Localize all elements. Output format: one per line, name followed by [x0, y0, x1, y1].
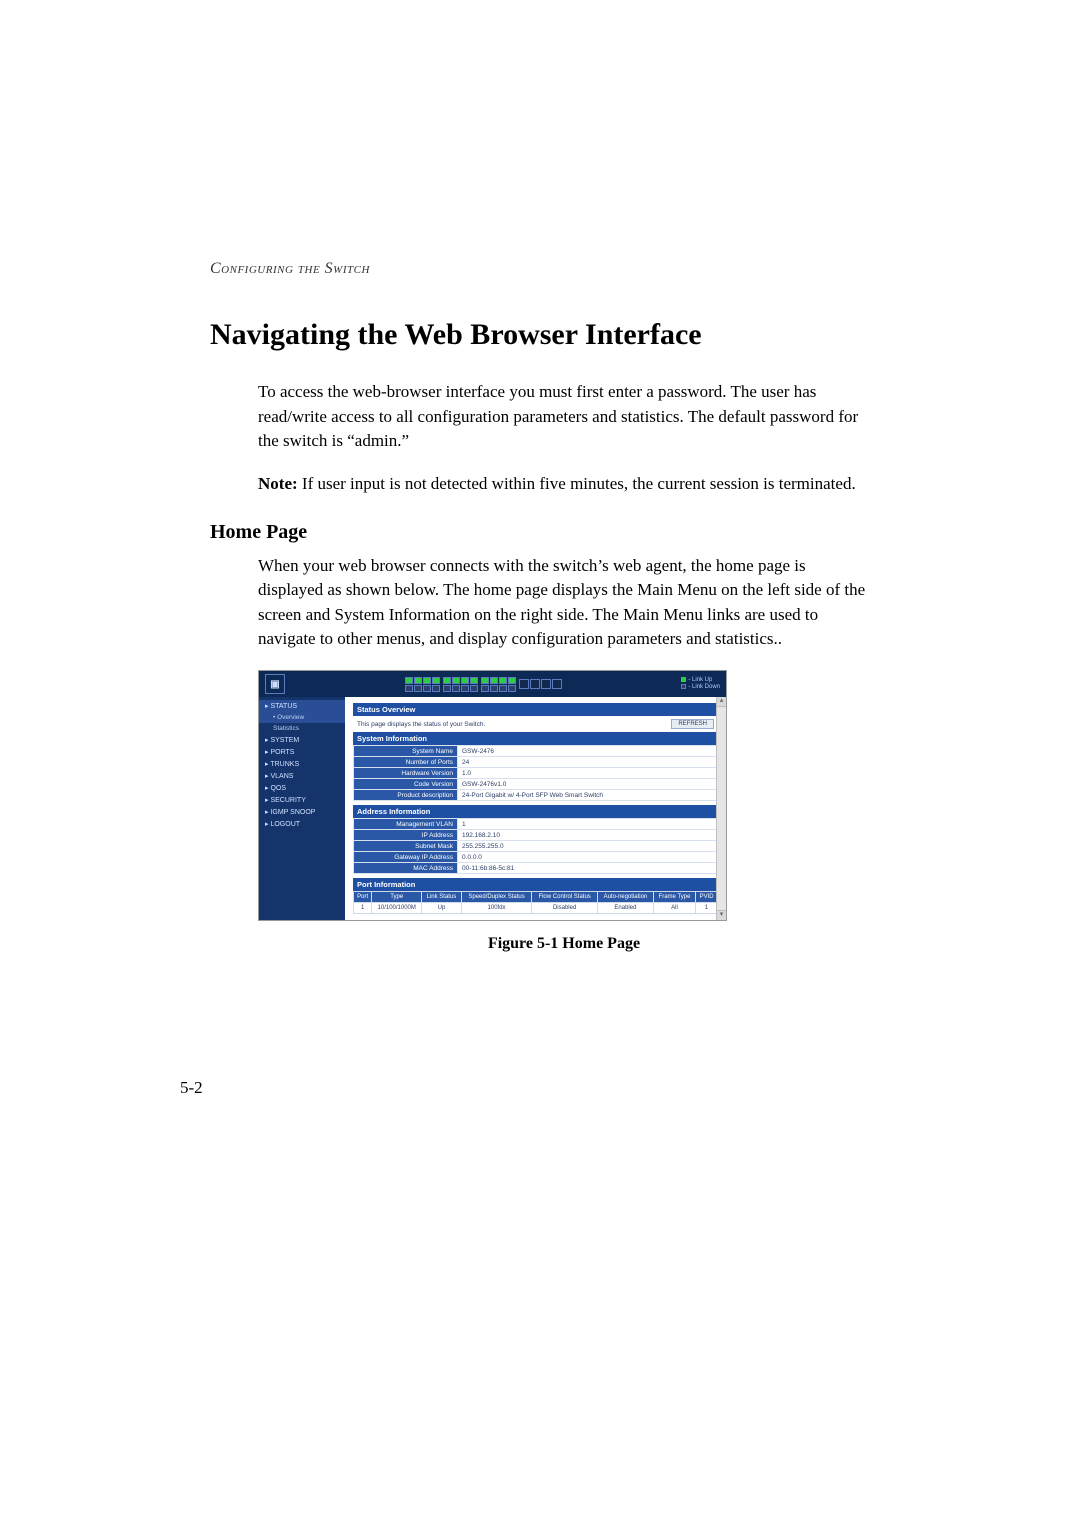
sidebar-item-trunks[interactable]: ▸ TRUNKS — [259, 758, 345, 770]
scrollbar[interactable]: ▴ ▾ — [716, 697, 726, 920]
status-overview-subtitle: This page displays the status of your Sw… — [357, 721, 485, 728]
main-content-area: ▴ ▾ Status Overview This page displays t… — [345, 697, 726, 920]
refresh-button[interactable]: REFRESH — [671, 719, 714, 729]
sidebar-item-status[interactable]: ▸ STATUS — [259, 700, 345, 712]
sidebar-item-overview[interactable]: • Overview — [259, 712, 345, 723]
page-number: 5-2 — [180, 1078, 203, 1098]
port-led-panel — [293, 677, 673, 692]
sidebar-item-system[interactable]: ▸ SYSTEM — [259, 734, 345, 746]
home-page-paragraph: When your web browser connects with the … — [258, 554, 870, 653]
sidebar-item-statistics[interactable]: Statistics — [259, 723, 345, 734]
legend-link-up: - Link Up — [688, 678, 712, 684]
note-label: Note: — [258, 474, 298, 493]
figure-caption: Figure 5-1 Home Page — [258, 935, 870, 953]
section-title: Navigating the Web Browser Interface — [210, 318, 870, 352]
sidebar-item-ports[interactable]: ▸ PORTS — [259, 746, 345, 758]
sidebar-item-logout[interactable]: ▸ LOGOUT — [259, 818, 345, 830]
system-information-title: System Information — [353, 732, 718, 745]
note-text: If user input is not detected within fiv… — [298, 474, 856, 493]
port-information-title: Port Information — [353, 878, 718, 891]
home-page-heading: Home Page — [210, 521, 870, 544]
intro-paragraph: To access the web-browser interface you … — [258, 380, 870, 454]
screenshot-home-page: ▣ — [258, 670, 727, 921]
main-menu-sidebar: ▸ STATUS • Overview Statistics ▸ SYSTEM … — [259, 697, 345, 920]
status-overview-title: Status Overview — [353, 703, 718, 716]
scroll-up-arrow-icon[interactable]: ▴ — [717, 697, 726, 707]
running-header: Configuring the Switch — [210, 260, 870, 278]
port-information-table: Port Type Link Status Speed/Duplex Statu… — [353, 891, 718, 914]
sidebar-item-qos[interactable]: ▸ QOS — [259, 782, 345, 794]
table-row: 1 10/100/1000M Up 100fdx Disabled Enable… — [354, 903, 718, 914]
scroll-down-arrow-icon[interactable]: ▾ — [717, 910, 726, 920]
note-paragraph: Note: If user input is not detected with… — [258, 472, 870, 497]
sidebar-item-security[interactable]: ▸ SECURITY — [259, 794, 345, 806]
link-legend: - Link Up - Link Down — [681, 677, 720, 690]
brand-logo-icon: ▣ — [265, 674, 285, 694]
system-information-table: System NameGSW-2476 Number of Ports24 Ha… — [353, 745, 718, 801]
legend-link-down: - Link Down — [688, 684, 720, 690]
address-information-table: Management VLAN1 IP Address192.168.2.10 … — [353, 818, 718, 874]
switch-topbar: ▣ — [259, 671, 726, 697]
sidebar-item-igmp-snoop[interactable]: ▸ IGMP SNOOP — [259, 806, 345, 818]
sidebar-item-vlans[interactable]: ▸ VLANS — [259, 770, 345, 782]
address-information-title: Address Information — [353, 805, 718, 818]
